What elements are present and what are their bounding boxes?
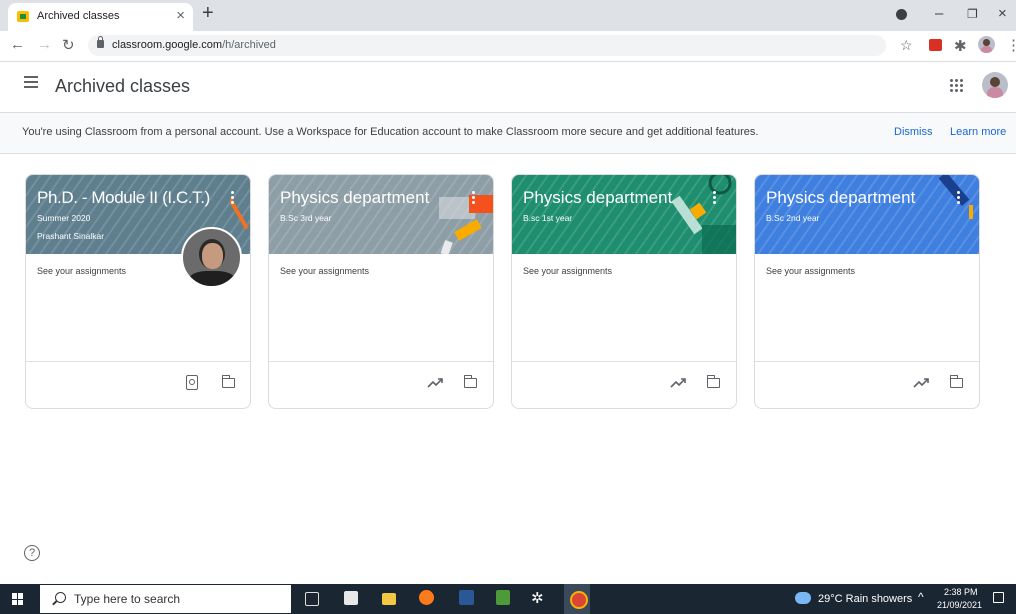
learn-more-link[interactable]: Learn more — [950, 126, 1006, 138]
task-view-icon[interactable] — [305, 592, 319, 606]
url-host: classroom.google.com — [112, 39, 223, 51]
card-divider — [269, 361, 493, 362]
trending-icon[interactable] — [427, 375, 443, 391]
class-title[interactable]: Physics department — [523, 188, 672, 208]
class-card[interactable]: Physics department B.sc 1st year See you… — [511, 174, 737, 409]
clock-time[interactable]: 2:38 PM — [944, 587, 978, 597]
taskbar-search-box[interactable]: Type here to search — [40, 585, 291, 613]
class-card[interactable]: Physics department B.Sc 2nd year See you… — [754, 174, 980, 409]
see-assignments-link[interactable]: See your assignments — [37, 266, 126, 276]
class-card-header[interactable]: Physics department B.sc 1st year — [512, 175, 736, 254]
class-card-header[interactable]: Physics department B.Sc 2nd year — [755, 175, 979, 254]
url-path: /h/archived — [222, 39, 276, 51]
windows-start-icon[interactable] — [12, 593, 24, 605]
folder-icon[interactable] — [222, 375, 235, 388]
browser-profile-avatar[interactable] — [978, 36, 995, 53]
more-options-icon[interactable] — [472, 191, 475, 206]
settings-gear-icon[interactable]: ✲ — [531, 589, 549, 607]
art-illustration-icon — [439, 195, 493, 254]
weather-cloud-icon[interactable] — [795, 592, 811, 604]
page-title: Archived classes — [55, 76, 191, 96]
google-apps-icon[interactable] — [950, 79, 964, 93]
card-divider — [755, 361, 979, 362]
trending-icon[interactable] — [913, 375, 929, 391]
tab-close-icon[interactable]: × — [176, 7, 185, 24]
reload-icon[interactable]: ↻ — [62, 36, 75, 54]
minimize-button[interactable]: – — [935, 5, 943, 22]
notification-icon[interactable] — [993, 592, 1004, 603]
browser-menu-icon[interactable]: ⋮ — [1006, 36, 1016, 54]
more-options-icon[interactable] — [713, 191, 716, 206]
tab-title: Archived classes — [37, 10, 120, 22]
taskbar-search-placeholder: Type here to search — [74, 592, 181, 606]
teacher-avatar — [181, 227, 242, 288]
class-title[interactable]: Physics department — [280, 188, 429, 208]
see-assignments-link[interactable]: See your assignments — [766, 266, 855, 276]
class-section: Summer 2020 — [37, 213, 91, 223]
folder-icon[interactable] — [950, 375, 963, 388]
main-menu-icon[interactable] — [24, 76, 38, 91]
class-title[interactable]: Physics department — [766, 188, 915, 208]
class-card-header[interactable]: Physics department B.Sc 3rd year — [269, 175, 493, 254]
browser-tab[interactable]: Archived classes × — [8, 3, 193, 31]
class-card[interactable]: Physics department B.Sc 3rd year See you… — [268, 174, 494, 409]
more-options-icon[interactable] — [231, 191, 234, 206]
class-teacher: Prashant Sinalkar — [37, 231, 105, 241]
banner-text: You're using Classroom from a personal a… — [22, 126, 759, 138]
trending-icon[interactable] — [670, 375, 686, 391]
firefox-icon[interactable] — [419, 590, 434, 605]
more-options-icon[interactable] — [957, 191, 960, 206]
new-tab-button[interactable]: + — [202, 2, 214, 25]
class-card[interactable]: Ph.D. - Module II (I.C.T.) Summer 2020 P… — [25, 174, 251, 409]
bookmark-star-icon[interactable]: ☆ — [900, 37, 913, 54]
lab-illustration-icon — [671, 175, 736, 254]
assignment-icon[interactable] — [186, 375, 198, 390]
tray-chevron-icon[interactable]: ^ — [918, 590, 924, 604]
window-close-button[interactable]: × — [998, 5, 1007, 22]
file-explorer-icon[interactable] — [382, 593, 396, 605]
card-divider — [26, 361, 250, 362]
maximize-button[interactable]: ❐ — [967, 7, 978, 21]
card-divider — [512, 361, 736, 362]
extensions-puzzle-icon[interactable]: ✱ — [954, 37, 967, 55]
help-icon[interactable]: ? — [24, 545, 40, 561]
forward-arrow-icon[interactable]: → — [37, 36, 52, 53]
url-text: classroom.google.com/h/archived — [112, 39, 276, 51]
class-section: B.Sc 3rd year — [280, 213, 332, 223]
store-icon[interactable] — [344, 591, 358, 605]
folder-icon[interactable] — [464, 375, 477, 388]
extension-icon[interactable] — [929, 39, 942, 51]
back-arrow-icon[interactable]: ← — [10, 36, 25, 53]
lock-icon — [97, 36, 104, 48]
chrome-taskbar-button[interactable] — [564, 584, 590, 614]
classroom-favicon-icon — [17, 11, 29, 22]
account-avatar[interactable] — [982, 72, 1008, 98]
class-title[interactable]: Ph.D. - Module II (I.C.T.) — [37, 188, 210, 208]
omnibox[interactable]: classroom.google.com/h/archived — [88, 35, 886, 56]
folder-icon[interactable] — [707, 375, 720, 388]
clock-date[interactable]: 21/09/2021 — [937, 600, 982, 610]
class-section: B.Sc 2nd year — [766, 213, 820, 223]
dismiss-button[interactable]: Dismiss — [894, 126, 933, 138]
weather-text[interactable]: 29°C Rain showers — [818, 593, 912, 605]
search-icon — [55, 592, 66, 603]
see-assignments-link[interactable]: See your assignments — [523, 266, 612, 276]
see-assignments-link[interactable]: See your assignments — [280, 266, 369, 276]
app-icon[interactable] — [496, 590, 510, 605]
word-icon[interactable] — [459, 590, 474, 605]
profile-indicator-icon[interactable] — [896, 9, 907, 20]
class-section: B.sc 1st year — [523, 213, 573, 223]
